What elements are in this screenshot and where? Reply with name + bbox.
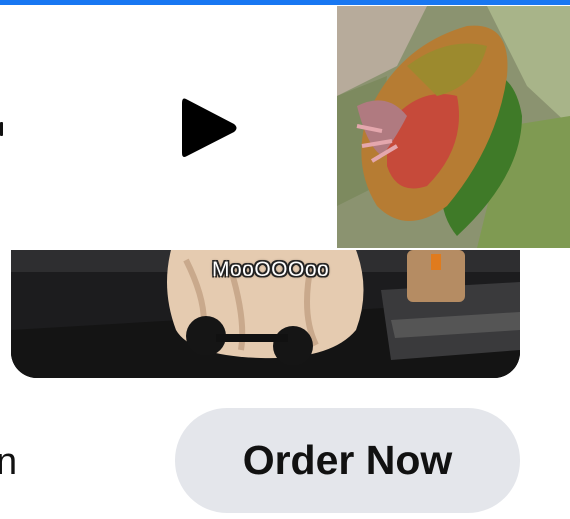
video-card[interactable]: MooOOOoo [11,250,520,378]
order-now-button[interactable]: Order Now [175,408,520,513]
play-button[interactable] [176,93,242,163]
parrot-video-thumbnail[interactable] [337,6,570,248]
cropped-text-fragment [0,122,3,136]
parrot-photo [337,6,570,248]
top-accent-bar [0,0,570,5]
video-caption: MooOOOoo [212,258,330,281]
partial-label-text: n [0,441,18,483]
play-icon [182,98,237,157]
